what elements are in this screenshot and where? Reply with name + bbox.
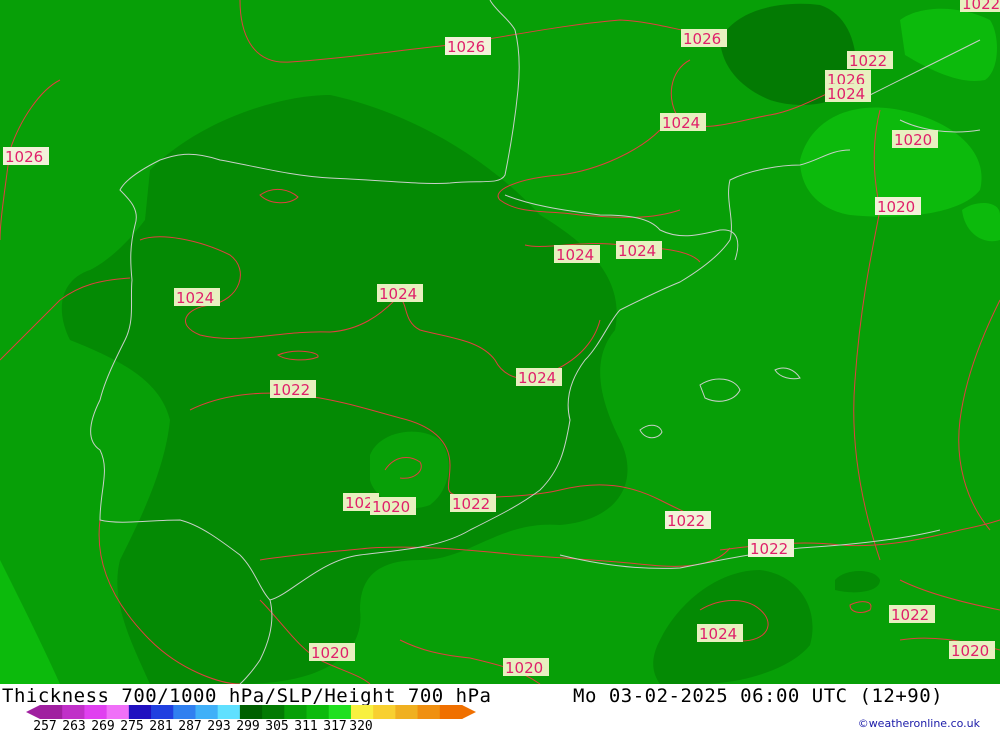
isobar-label: 1024 [697,624,743,643]
svg-text:1020: 1020 [877,198,915,216]
legend-tick-label: 320 [349,719,373,734]
legend-tick-label: 293 [207,719,231,734]
legend-tick-label: 317 [323,719,347,734]
svg-text:1020: 1020 [894,131,932,149]
field-light-spain [370,431,449,509]
isobar-label: 1026 [445,37,491,56]
isobar-label: 1020 [503,658,549,677]
legend-swatch [173,705,196,719]
legend-tick-label: 257 [33,719,57,734]
footer: Thickness 700/1000 hPa/SLP/Height 700 hP… [0,684,1000,734]
isobar-label: 1026 [3,147,49,166]
svg-text:1026: 1026 [447,38,485,56]
legend-ticks: 257 263 269 275 281 287 293 299 305 311 317 320 [0,719,520,734]
legend-swatch [395,705,419,719]
isobar-label: 1022 [960,0,1000,13]
legend-swatch [151,705,174,719]
legend-tick-label: 287 [178,719,202,734]
svg-text:1024: 1024 [662,114,700,132]
svg-text:1020: 1020 [311,644,349,662]
svg-text:1022: 1022 [891,606,929,624]
legend-swatch [284,705,308,719]
isobar-label: 1022 [270,380,316,399]
legend-swatch [439,705,463,719]
isobar-label: 1022 [847,51,893,70]
svg-text:1026: 1026 [5,148,43,166]
svg-text:1024: 1024 [827,85,865,103]
isobar-label: 1026 [681,29,727,48]
legend-swatch [373,705,396,719]
isobar-label: 1022 [450,494,496,513]
isobar-label: 1024 [616,241,662,260]
svg-text:1024: 1024 [176,289,214,307]
isobar-label: 1024 [825,84,871,103]
legend-tick-label: 275 [120,719,144,734]
legend-swatch [350,705,374,719]
legend-swatch [62,705,85,719]
legend-swatch [84,705,108,719]
isobar-label: 1022 [889,605,935,624]
svg-text:1024: 1024 [618,242,656,260]
legend-tick-label: 311 [294,719,318,734]
svg-text:1020: 1020 [372,498,410,516]
isobar-label: 1020 [309,643,355,662]
svg-text:102: 102 [345,494,374,512]
svg-text:1022: 1022 [667,512,705,530]
legend-arrow-right [462,705,476,719]
legend-swatch [195,705,219,719]
svg-text:1024: 1024 [556,246,594,264]
svg-text:1024: 1024 [379,285,417,303]
legend-tick-label: 281 [149,719,173,734]
isobar-label: 1024 [660,113,706,132]
legend-tick-label: 269 [91,719,115,734]
legend-tick-label: 305 [265,719,289,734]
svg-text:1022: 1022 [962,0,1000,13]
legend-swatch [128,705,152,719]
svg-text:1022: 1022 [849,52,887,70]
legend-swatch [306,705,330,719]
svg-text:1024: 1024 [518,369,556,387]
svg-text:1020: 1020 [951,642,989,660]
svg-text:1022: 1022 [452,495,490,513]
credit-link[interactable]: ©weatheronline.co.uk [858,717,980,730]
isobar-label: 1020 [892,130,938,149]
isobar-label: 1024 [516,368,562,387]
legend-tick-label: 263 [62,719,86,734]
svg-text:1022: 1022 [272,381,310,399]
svg-text:1020: 1020 [505,659,543,677]
legend-swatch [328,705,352,719]
svg-text:1026: 1026 [683,30,721,48]
legend-arrow-left [26,705,40,719]
legend-tick-label: 299 [236,719,260,734]
isobar-label: 1022 [665,511,711,530]
legend-swatch [239,705,263,719]
isobar-label: 1020 [949,641,995,660]
isobar-label: 1024 [174,288,220,307]
legend-swatch [217,705,241,719]
legend-swatch [106,705,130,719]
isobar-label: 1024 [554,245,600,264]
map-title: Thickness 700/1000 hPa/SLP/Height 700 hP… [2,685,492,707]
legend-swatch [417,705,441,719]
isobar-label: 1022 [748,539,794,558]
thickness-map: 1026 1026 1026 1022 1022 1026 1024 1024 … [0,0,1000,684]
svg-text:1022: 1022 [750,540,788,558]
color-legend [26,705,476,719]
isobar-label: 1024 [377,284,423,303]
isobar-label: 1020 [875,197,921,216]
legend-swatch [262,705,285,719]
map-timestamp: Mo 03-02-2025 06:00 UTC (12+90) [573,685,944,707]
legend-swatch [40,705,63,719]
isobar-label: 1020 [370,497,416,516]
svg-text:1024: 1024 [699,625,737,643]
